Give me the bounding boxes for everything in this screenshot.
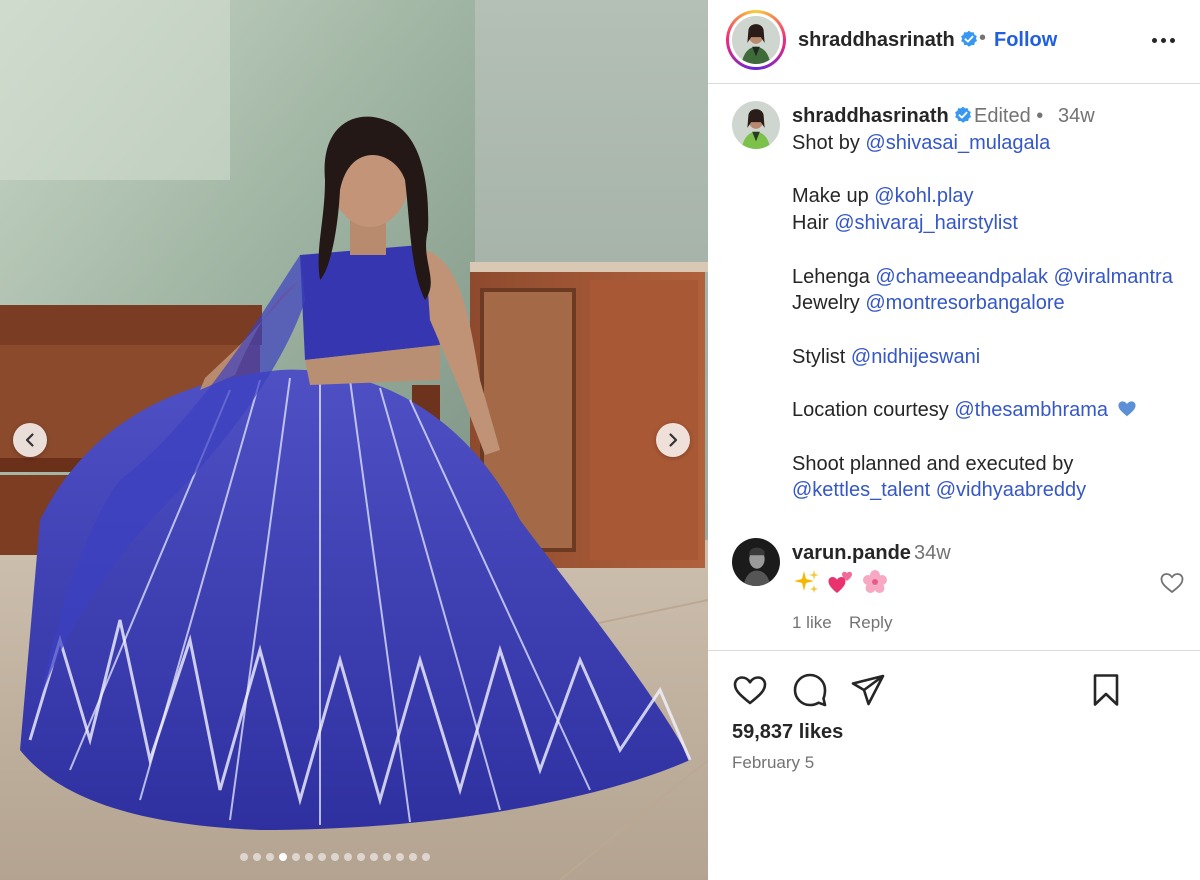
comment-timestamp: 34w — [914, 542, 951, 564]
carousel-dot — [240, 853, 248, 861]
comment-text — [794, 569, 888, 595]
separator-dot: • — [979, 27, 987, 49]
carousel-next-button[interactable] — [656, 423, 690, 457]
sparkles-icon — [794, 570, 819, 593]
caption-edited-label: Edited • — [974, 105, 1044, 127]
post-image — [0, 0, 708, 880]
caption-line-lehenga: Lehenga @chameeandpalak @viralmantra — [792, 266, 1173, 288]
comment-username[interactable]: varun.pande — [792, 542, 911, 565]
carousel-dot — [344, 853, 352, 861]
heart-outline-icon — [733, 676, 767, 705]
caption-line-stylist: Stylist @nidhijeswani — [792, 346, 981, 368]
carousel-dot — [383, 853, 391, 861]
save-button[interactable] — [1088, 672, 1124, 708]
post-header: shraddhasrinath • Follow — [708, 0, 1200, 84]
comment-bubble-icon — [793, 673, 827, 707]
carousel-dot — [331, 853, 339, 861]
carousel-dot — [318, 853, 326, 861]
caption-line-jewelry: Jewelry @montresorbangalore — [792, 292, 1065, 314]
caption-username-link[interactable]: shraddhasrinath — [792, 105, 949, 127]
carousel-dot — [266, 853, 274, 861]
verified-badge-icon — [955, 106, 972, 123]
mention-link[interactable]: @shivasai_mulagala — [865, 132, 1050, 154]
more-options-icon[interactable] — [1152, 30, 1180, 50]
comment-button[interactable] — [792, 672, 828, 708]
mention-link[interactable]: @montresorbangalore — [865, 292, 1064, 314]
mention-link[interactable]: @vidhyaabreddy — [936, 479, 1086, 501]
carousel-dot — [253, 853, 261, 861]
carousel-dot — [292, 853, 300, 861]
carousel-dot — [370, 853, 378, 861]
caption-username[interactable]: shraddhasrinath — [792, 105, 972, 128]
two-hearts-icon — [828, 571, 852, 593]
mention-link[interactable]: @kettles_talent — [792, 479, 930, 501]
post-detail-panel: shraddhasrinath • Follow shraddhasrinath… — [708, 0, 1200, 880]
carousel-dot — [305, 853, 313, 861]
carousel-dot — [279, 853, 287, 861]
mention-link[interactable]: @shivaraj_hairstylist — [834, 212, 1018, 234]
chevron-left-icon — [25, 433, 34, 447]
blue-heart-icon — [1118, 401, 1136, 417]
caption-avatar[interactable] — [732, 101, 780, 149]
caption-line-shoot-credits: @kettles_talent @vidhyaabreddy — [792, 479, 1086, 502]
caption-line-shoot: Shoot planned and executed by — [792, 453, 1074, 475]
mention-link[interactable]: @chameeandpalak — [875, 266, 1048, 288]
chevron-right-icon — [669, 433, 678, 447]
carousel-dot — [422, 853, 430, 861]
post-author-username[interactable]: shraddhasrinath — [798, 29, 978, 52]
like-count[interactable]: 59,837 likes — [732, 721, 843, 744]
verified-badge-icon — [961, 30, 978, 47]
mention-link[interactable]: @thesambhrama — [954, 399, 1108, 421]
caption-line-location: Location courtesy @thesambhrama — [792, 399, 1136, 422]
post-photo[interactable] — [0, 0, 708, 880]
username-link[interactable]: shraddhasrinath — [798, 29, 955, 51]
paper-plane-icon — [851, 674, 885, 706]
carousel-dot — [409, 853, 417, 861]
comment-avatar[interactable] — [732, 538, 780, 586]
carousel-prev-button[interactable] — [13, 423, 47, 457]
carousel-indicator — [240, 853, 430, 861]
like-button[interactable] — [732, 672, 768, 708]
caption-line-makeup: Make up @kohl.play — [792, 185, 974, 207]
mention-link[interactable]: @nidhijeswani — [851, 346, 980, 368]
carousel-dot — [396, 853, 404, 861]
post-date[interactable]: February 5 — [732, 753, 814, 773]
follow-button[interactable]: Follow — [994, 29, 1057, 52]
avatar — [732, 16, 780, 64]
bookmark-icon — [1093, 674, 1119, 706]
cherry-blossom-icon — [863, 570, 887, 593]
share-button[interactable] — [850, 672, 886, 708]
mention-link[interactable]: @kohl.play — [874, 185, 973, 207]
divider — [708, 650, 1200, 651]
caption-line-hair: Hair @shivaraj_hairstylist — [792, 212, 1018, 234]
caption-timestamp[interactable]: 34w — [1058, 105, 1095, 128]
story-ring[interactable] — [726, 10, 786, 70]
carousel-dot — [357, 853, 365, 861]
comment-like-heart-icon[interactable] — [1160, 571, 1184, 595]
caption-line-shot-by: Shot by @shivasai_mulagala — [792, 132, 1051, 154]
comment-reply-button[interactable]: Reply — [849, 613, 892, 633]
mention-link[interactable]: @viralmantra — [1054, 266, 1173, 288]
comment-like-count[interactable]: 1 like — [792, 613, 832, 633]
